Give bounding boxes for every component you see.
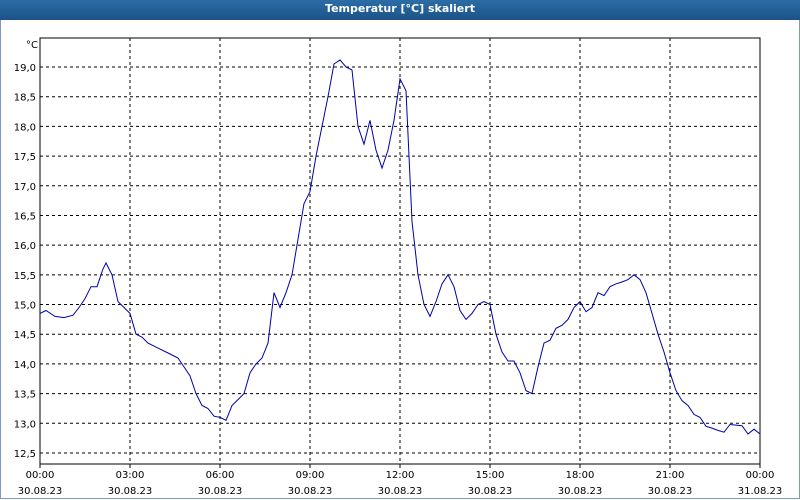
x-tick-time-label: 00:00 bbox=[746, 470, 775, 481]
x-tick-date-label: 30.08.23 bbox=[648, 486, 693, 497]
y-tick-label: 12,5 bbox=[14, 449, 36, 460]
y-tick-label: 14,5 bbox=[14, 330, 36, 341]
y-unit-label: °C bbox=[26, 40, 38, 51]
x-tick-time-label: 09:00 bbox=[296, 470, 325, 481]
x-tick-time-label: 12:00 bbox=[386, 470, 415, 481]
y-tick-label: 19,0 bbox=[14, 63, 36, 74]
y-tick-label: 17,5 bbox=[14, 152, 36, 163]
x-tick-time-label: 21:00 bbox=[656, 470, 685, 481]
y-tick-label: 18,0 bbox=[14, 122, 36, 133]
y-tick-label: 16,0 bbox=[14, 241, 36, 252]
x-tick-date-label: 30.08.23 bbox=[468, 486, 513, 497]
x-tick-time-label: 18:00 bbox=[566, 470, 595, 481]
x-tick-time-label: 00:00 bbox=[26, 470, 55, 481]
y-axis-ticks: 12,5 13,0 13,5 14,0 14,5 15,0 15,5 16,0 16,5 17,0… bbox=[14, 63, 36, 460]
y-tick-label: 17,0 bbox=[14, 182, 36, 193]
x-tick-date-label: 30.08.23 bbox=[18, 486, 63, 497]
y-tick-label: 16,5 bbox=[14, 211, 36, 222]
x-tick-date-label: 30.08.23 bbox=[288, 486, 333, 497]
temperature-chart: °C 12,513,013,514,014,515,015,516,016,51… bbox=[14, 37, 783, 497]
x-tick-date-label: 30.08.23 bbox=[378, 486, 423, 497]
y-tick-label: 18,5 bbox=[14, 93, 36, 104]
y-tick-label: 15,0 bbox=[14, 301, 36, 312]
y-tick-label: 15,5 bbox=[14, 271, 36, 282]
x-tick-date-label: 31.08.23 bbox=[738, 486, 783, 497]
y-tick-label: 13,0 bbox=[14, 419, 36, 430]
x-tick-date-label: 30.08.23 bbox=[558, 486, 603, 497]
x-tick-date-label: 30.08.23 bbox=[108, 486, 153, 497]
x-tick-time-label: 06:00 bbox=[206, 470, 235, 481]
x-tick-time-label: 15:00 bbox=[476, 470, 505, 481]
x-tick-time-label: 03:00 bbox=[116, 470, 145, 481]
y-tick-label: 13,5 bbox=[14, 390, 36, 401]
y-tick-label: 14,0 bbox=[14, 360, 36, 371]
x-axis-ticks: 00:00 30.08.23 03:00 30.08.23 06:00 30.08.23 0… bbox=[18, 464, 783, 497]
x-tick-date-label: 30.08.23 bbox=[198, 486, 243, 497]
